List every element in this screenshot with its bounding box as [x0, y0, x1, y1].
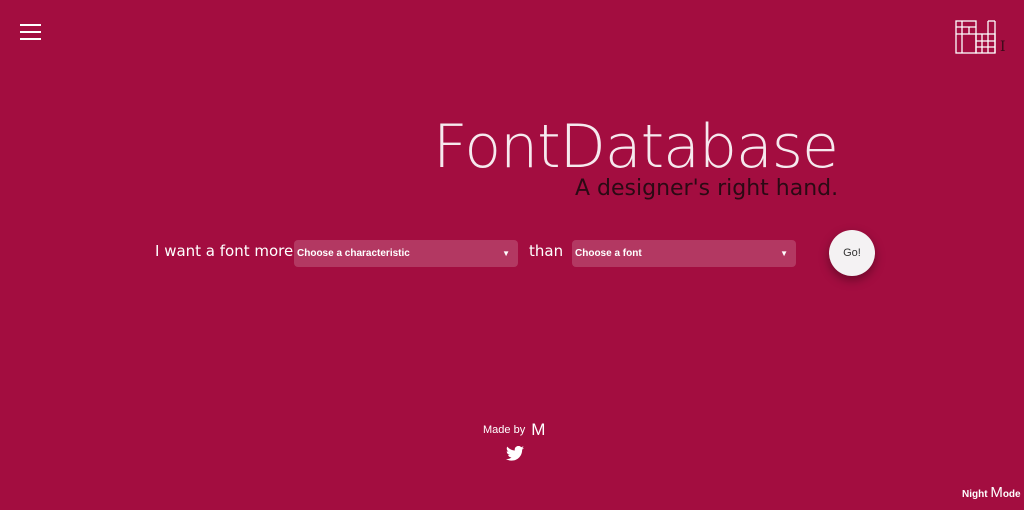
- maker-logo[interactable]: M: [531, 420, 545, 439]
- dropdown-arrow-icon: ▼: [502, 249, 510, 258]
- night-m: M: [990, 484, 1003, 501]
- site-logo[interactable]: I: [955, 20, 1011, 58]
- dropdown-arrow-icon: ▼: [780, 249, 788, 258]
- characteristic-select-value: Choose a characteristic: [297, 248, 410, 259]
- night-label: Night: [962, 489, 991, 500]
- than-label: than: [529, 242, 564, 260]
- svg-text:I: I: [1000, 39, 1006, 54]
- hamburger-menu-icon[interactable]: [20, 24, 41, 40]
- fd-logo-icon: I: [955, 20, 1006, 55]
- page-subtitle: A designer's right hand.: [575, 176, 839, 201]
- twitter-icon[interactable]: [506, 445, 524, 465]
- page-title: FontDatabase: [433, 112, 839, 182]
- night-mode-toggle[interactable]: Night Mode: [962, 484, 1021, 501]
- font-select-value: Choose a font: [575, 248, 642, 259]
- night-suffix: ode: [1002, 489, 1021, 500]
- characteristic-select[interactable]: Choose a characteristic ▼: [294, 240, 518, 267]
- made-by[interactable]: Made by M: [483, 420, 545, 440]
- made-by-label: Made by: [483, 424, 526, 436]
- prefix-label: I want a font more: [155, 242, 294, 260]
- go-button[interactable]: Go!: [829, 230, 875, 276]
- font-select[interactable]: Choose a font ▼: [572, 240, 796, 267]
